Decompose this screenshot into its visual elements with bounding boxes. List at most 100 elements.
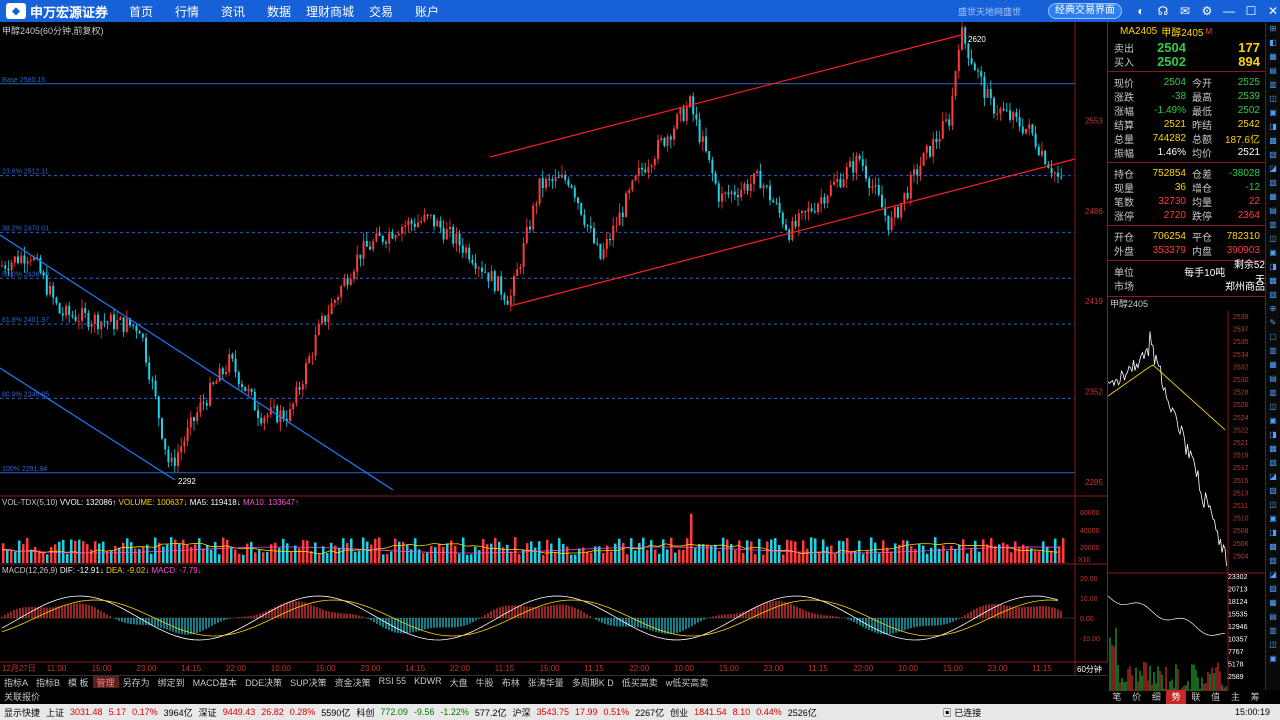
nav-data[interactable]: 数据 — [256, 3, 302, 20]
panel-tab[interactable]: 主 — [1226, 690, 1246, 704]
panel-tab[interactable]: 势 — [1166, 690, 1186, 704]
tool-icon[interactable]: ▨ — [1266, 176, 1280, 190]
tool-icon[interactable]: ▣ — [1266, 512, 1280, 526]
indicator-tab[interactable]: KDWR — [410, 676, 446, 688]
close-icon[interactable]: ✕ — [1262, 3, 1280, 19]
tool-icon[interactable]: ▩ — [1266, 134, 1280, 148]
tool-icon[interactable]: ⊞ — [1266, 22, 1280, 36]
mail-icon[interactable]: ✉ — [1174, 3, 1196, 19]
tool-icon[interactable]: ▥ — [1266, 624, 1280, 638]
tool-icon[interactable]: ▧ — [1266, 456, 1280, 470]
panel-tab[interactable]: 价 — [1127, 690, 1147, 704]
tool-icon[interactable]: ◨ — [1266, 120, 1280, 134]
indicator-tab[interactable]: 资金决策 — [331, 676, 375, 688]
nav-trade[interactable]: 交易 — [358, 3, 404, 20]
panel-tab[interactable]: 筹 — [1245, 690, 1265, 704]
indicator-tab[interactable]: 指标B — [32, 676, 64, 688]
minimize-icon[interactable]: — — [1218, 3, 1240, 19]
nav-account[interactable]: 账户 — [404, 3, 450, 20]
tool-icon[interactable]: ▤ — [1266, 610, 1280, 624]
tool-icon[interactable]: ▣ — [1266, 414, 1280, 428]
nav-home[interactable]: 首页 — [118, 3, 164, 20]
tool-icon[interactable]: ◫ — [1266, 400, 1280, 414]
indicator-tab[interactable]: RSI 55 — [375, 676, 411, 688]
tool-icon[interactable]: ▩ — [1266, 540, 1280, 554]
indicator-tab[interactable]: 另存为 — [119, 676, 154, 688]
volume-bar — [162, 546, 165, 563]
tool-icon[interactable]: ▨ — [1266, 484, 1280, 498]
indicator-tab[interactable]: 模 板 — [64, 676, 93, 688]
gear-icon[interactable]: ⚙ — [1196, 3, 1218, 19]
nav-quotes[interactable]: 行情 — [164, 3, 210, 20]
related-quotes[interactable]: 关联报价 — [0, 690, 1107, 704]
classic-trade-button[interactable]: 经典交易界面 — [1048, 3, 1122, 19]
tool-icon[interactable]: ▤ — [1266, 372, 1280, 386]
tool-icon[interactable]: ▧ — [1266, 554, 1280, 568]
tool-icon[interactable]: ▥ — [1266, 344, 1280, 358]
tool-icon[interactable]: ▣ — [1266, 652, 1280, 666]
tool-icon[interactable]: ▦ — [1266, 358, 1280, 372]
panel-tab[interactable]: 联 — [1186, 690, 1206, 704]
panel-tab[interactable]: 细 — [1147, 690, 1167, 704]
candle-body — [141, 333, 144, 338]
tool-icon[interactable]: ⊕ — [1266, 302, 1280, 316]
indicator-tab[interactable]: 大盘 — [446, 676, 472, 688]
indicator-tab[interactable]: 低买高卖 — [618, 676, 662, 688]
indicator-tab[interactable]: 管理 — [92, 676, 119, 688]
tool-icon[interactable]: ◧ — [1266, 36, 1280, 50]
tool-icon[interactable]: ▦ — [1266, 596, 1280, 610]
indicator-tab[interactable]: 指标A — [0, 676, 32, 688]
panel-tab[interactable]: 值 — [1206, 690, 1226, 704]
tool-icon[interactable]: ▧ — [1266, 148, 1280, 162]
indicator-tab[interactable]: 布林 — [498, 676, 524, 688]
tool-icon[interactable]: ◨ — [1266, 260, 1280, 274]
candle-body — [596, 243, 599, 245]
candle-body — [615, 225, 618, 227]
volume-bar — [582, 547, 585, 563]
tool-icon[interactable]: ✎ — [1266, 316, 1280, 330]
indicator-tab[interactable]: DDE决策 — [241, 676, 286, 688]
nav-news[interactable]: 资讯 — [210, 3, 256, 20]
tool-icon[interactable]: ▧ — [1266, 288, 1280, 302]
tool-icon[interactable]: ◪ — [1266, 162, 1280, 176]
kline-chart[interactable]: Base 2580.15 23.6% 2512.11 38.2% 2470.01 50… — [0, 22, 1107, 675]
tool-icon[interactable]: ◨ — [1266, 526, 1280, 540]
candle-body — [567, 180, 570, 186]
tool-icon[interactable]: ▦ — [1266, 50, 1280, 64]
indicator-tab[interactable]: 绑定到 — [154, 676, 189, 688]
indicator-tab[interactable]: w低买高卖 — [662, 676, 713, 688]
volume-bar — [806, 548, 809, 563]
intraday-chart[interactable]: 2539 2537 2535 2534 2532 2530 2528 2526 2524 2522… — [1107, 311, 1266, 691]
indicator-tab[interactable]: 牛股 — [472, 676, 498, 688]
tool-icon[interactable]: ▨ — [1266, 582, 1280, 596]
headset-icon[interactable]: ☊ — [1152, 3, 1174, 19]
indicator-tab[interactable]: 张涛华量 — [524, 676, 568, 688]
skin-icon[interactable]: ◐ — [1130, 3, 1152, 19]
indicator-tab[interactable]: 多周期K D — [568, 676, 618, 688]
tool-icon[interactable]: ▩ — [1266, 274, 1280, 288]
tool-icon[interactable]: ◫ — [1266, 92, 1280, 106]
panel-tab[interactable]: 笔 — [1107, 690, 1127, 704]
tool-icon[interactable]: ▤ — [1266, 204, 1280, 218]
tool-icon[interactable]: ◫ — [1266, 638, 1280, 652]
tool-icon[interactable]: ▤ — [1266, 64, 1280, 78]
tool-icon[interactable]: ▢ — [1266, 330, 1280, 344]
tool-icon[interactable]: ◪ — [1266, 470, 1280, 484]
tool-icon[interactable]: ▩ — [1266, 442, 1280, 456]
tool-icon[interactable]: ▣ — [1266, 106, 1280, 120]
indicator-tab[interactable]: SUP决策 — [286, 676, 331, 688]
tool-icon[interactable]: ◪ — [1266, 568, 1280, 582]
tool-icon[interactable]: ▥ — [1266, 78, 1280, 92]
tool-icon[interactable]: ▣ — [1266, 246, 1280, 260]
indicator-tab[interactable]: MACD基本 — [189, 676, 242, 688]
tool-icon[interactable]: ▦ — [1266, 190, 1280, 204]
tool-icon[interactable]: ▥ — [1266, 218, 1280, 232]
tool-icon[interactable]: ◫ — [1266, 498, 1280, 512]
candle-body — [401, 226, 403, 234]
maximize-icon[interactable]: ☐ — [1240, 3, 1262, 19]
tool-icon[interactable]: ▥ — [1266, 386, 1280, 400]
tool-icon[interactable]: ◫ — [1266, 232, 1280, 246]
candle-body — [420, 220, 423, 223]
nav-mall[interactable]: 理财商城 — [302, 3, 358, 20]
tool-icon[interactable]: ◨ — [1266, 428, 1280, 442]
